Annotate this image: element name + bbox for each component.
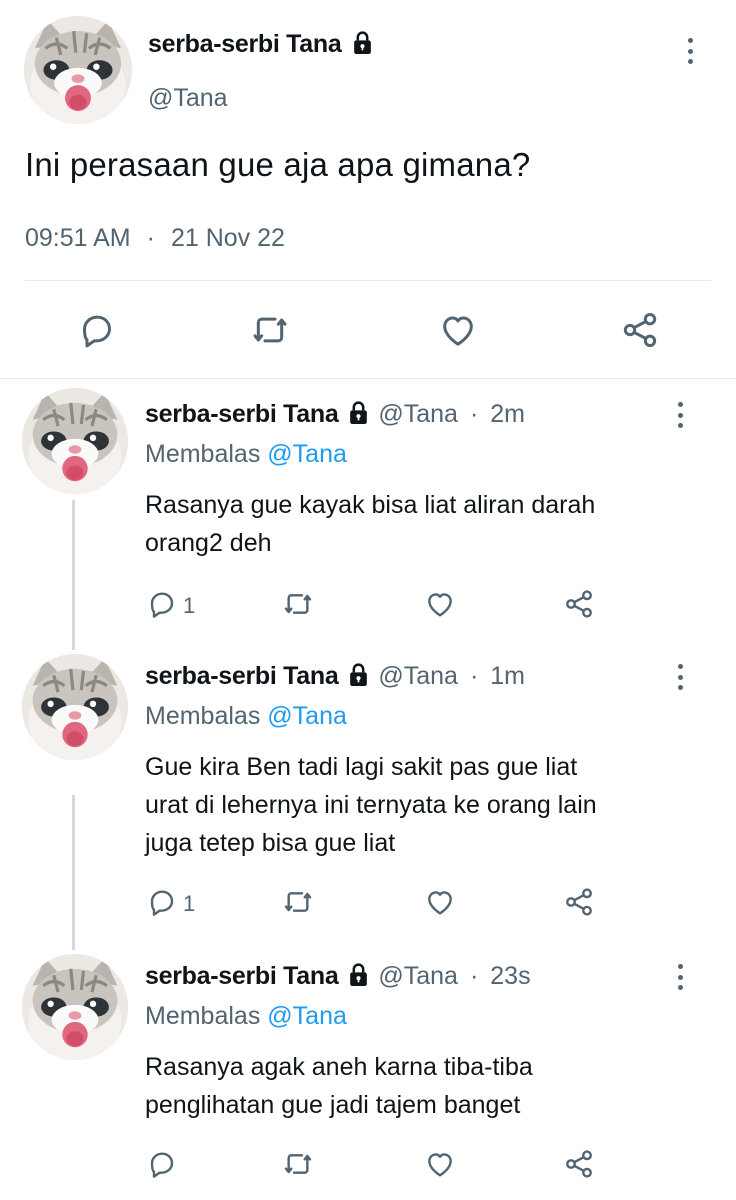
share-icon[interactable] <box>563 588 595 620</box>
reply-header: serba-serbi Tana @Tana · 23s <box>145 962 531 991</box>
mention-link[interactable]: @Tana <box>267 1002 347 1030</box>
retweet-icon[interactable] <box>282 886 314 918</box>
retweet-icon[interactable] <box>282 588 314 620</box>
retweet-icon[interactable] <box>250 310 290 350</box>
avatar[interactable] <box>24 16 132 124</box>
replying-label: Membalas <box>145 1002 261 1030</box>
mention-link[interactable]: @Tana <box>267 440 347 468</box>
reply-text-line: Rasanya gue kayak bisa liat aliran darah <box>145 491 596 519</box>
reply-text: Rasanya gue kayak bisa liat aliran darah… <box>145 486 705 562</box>
more-options-icon[interactable] <box>670 960 690 994</box>
tweet-text: Ini perasaan gue aja apa gimana? <box>25 146 531 183</box>
heart-icon[interactable] <box>424 588 456 620</box>
lock-icon <box>348 400 369 425</box>
replying-to: Membalas @Tana <box>145 1002 347 1031</box>
divider <box>0 378 736 379</box>
reply-text: Rasanya agak aneh karna tiba-tiba pengli… <box>145 1048 705 1124</box>
reply-count: 1 <box>183 593 196 618</box>
author-name[interactable]: serba-serbi Tana <box>148 30 373 59</box>
reply-icon[interactable] <box>146 886 178 918</box>
separator: · <box>469 400 479 428</box>
author-handle[interactable]: @Tana <box>378 400 458 428</box>
more-options-icon[interactable] <box>680 34 700 68</box>
tweet-timestamp[interactable]: 09:51 AM · 21 Nov 22 <box>25 224 285 253</box>
avatar-image <box>24 16 132 124</box>
separator: · <box>469 962 479 990</box>
tweet-time: 09:51 AM <box>25 224 131 252</box>
author-handle[interactable]: @Tana <box>148 84 228 113</box>
reply-time[interactable]: 23s <box>490 962 530 990</box>
share-icon[interactable] <box>620 310 660 350</box>
reply-time[interactable]: 1m <box>490 662 525 690</box>
divider <box>25 280 711 281</box>
avatar[interactable] <box>22 388 128 494</box>
reply-icon[interactable] <box>146 588 178 620</box>
heart-icon[interactable] <box>424 1148 456 1180</box>
reply-text: Gue kira Ben tadi lagi sakit pas gue lia… <box>145 748 705 862</box>
reply-text-line: penglihatan gue jadi tajem banget <box>145 1091 521 1119</box>
replying-to: Membalas @Tana <box>145 440 347 469</box>
separator: · <box>469 662 479 690</box>
reply-icon[interactable] <box>146 1148 178 1180</box>
author-name[interactable]: serba-serbi Tana <box>145 662 339 690</box>
avatar-image <box>22 954 128 1060</box>
replying-label: Membalas <box>145 702 261 730</box>
reply-text-line: orang2 deh <box>145 529 272 557</box>
replying-label: Membalas <box>145 440 261 468</box>
avatar[interactable] <box>22 654 128 760</box>
retweet-icon[interactable] <box>282 1148 314 1180</box>
more-options-icon[interactable] <box>670 398 690 432</box>
share-icon[interactable] <box>563 1148 595 1180</box>
tweet-date: 21 Nov 22 <box>170 224 285 252</box>
heart-icon[interactable] <box>438 310 478 350</box>
lock-icon <box>348 662 369 687</box>
heart-icon[interactable] <box>424 886 456 918</box>
share-icon[interactable] <box>563 886 595 918</box>
reply-count: 1 <box>183 891 196 916</box>
avatar-image <box>22 388 128 494</box>
avatar[interactable] <box>22 954 128 1060</box>
reply-icon[interactable] <box>77 310 117 350</box>
reply-text-line: Rasanya agak aneh karna tiba-tiba <box>145 1053 533 1081</box>
author-name[interactable]: serba-serbi Tana <box>145 962 339 990</box>
more-options-icon[interactable] <box>670 660 690 694</box>
reply-text-line: urat di lehernya ini ternyata ke orang l… <box>145 791 597 819</box>
reply-text-line: Gue kira Ben tadi lagi sakit pas gue lia… <box>145 753 578 781</box>
thread-line <box>72 795 75 950</box>
author-handle[interactable]: @Tana <box>378 962 458 990</box>
separator: · <box>146 224 155 252</box>
reply-text-line: juga tetep bisa gue liat <box>145 829 396 857</box>
reply-header: serba-serbi Tana @Tana · 2m <box>145 400 525 429</box>
lock-icon <box>348 962 369 987</box>
replying-to: Membalas @Tana <box>145 702 347 731</box>
thread-line <box>72 500 75 650</box>
reply-time[interactable]: 2m <box>490 400 525 428</box>
author-handle[interactable]: @Tana <box>378 662 458 690</box>
author-name-label: serba-serbi Tana <box>148 30 342 58</box>
lock-icon <box>352 30 373 55</box>
reply-header: serba-serbi Tana @Tana · 1m <box>145 662 525 691</box>
avatar-image <box>22 654 128 760</box>
mention-link[interactable]: @Tana <box>267 702 347 730</box>
author-name[interactable]: serba-serbi Tana <box>145 400 339 428</box>
